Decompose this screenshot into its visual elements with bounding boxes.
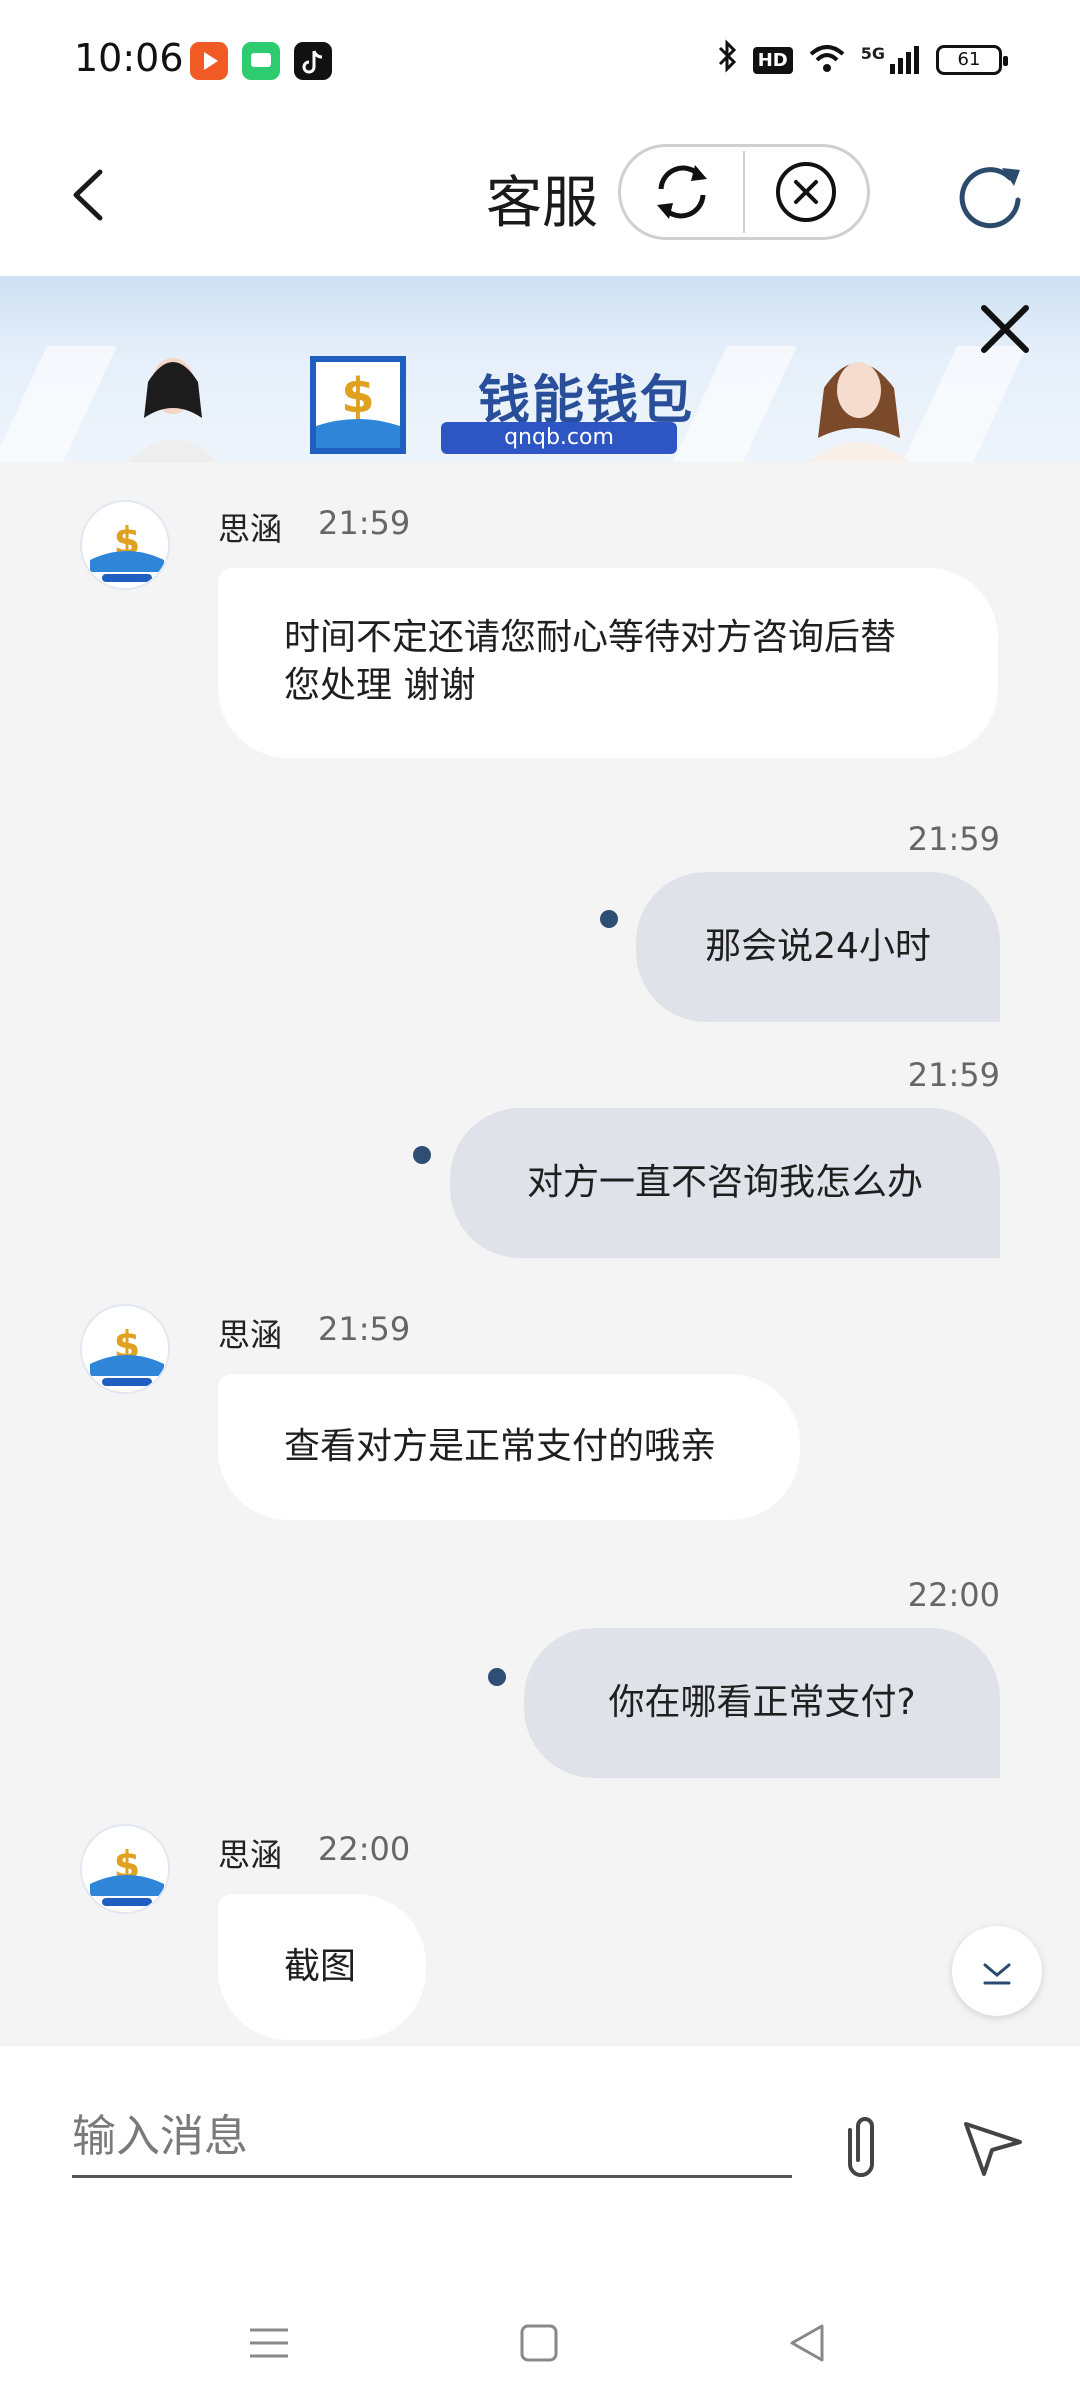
close-circle-icon [776, 162, 836, 222]
messages-app-icon [242, 42, 280, 80]
delivery-status-dot [488, 1668, 506, 1686]
message-text: 截图 [284, 1946, 357, 1987]
triangle-back-icon [790, 2324, 824, 2362]
square-icon [520, 2324, 558, 2362]
outgoing-message-bubble[interactable]: 那会说24小时 [636, 872, 1000, 1022]
home-button[interactable] [514, 2318, 564, 2368]
page-title: 客服 [486, 171, 598, 236]
delivery-status-dot [600, 910, 618, 928]
message-text: 那会说24小时 [705, 926, 931, 967]
recents-button[interactable] [244, 2318, 294, 2368]
message-time: 22:00 [318, 1830, 411, 1868]
banner-logo: $ [310, 356, 406, 454]
message-time: 21:59 [907, 820, 1000, 858]
video-app-icon [190, 42, 228, 80]
system-back-button[interactable] [782, 2318, 832, 2368]
reload-icon [959, 167, 1021, 229]
incoming-message-bubble[interactable]: 时间不定还请您耐心等待对方咨询后替 您处理 谢谢 [218, 568, 998, 758]
promo-banner[interactable]: $ 钱能钱包 qnqb.com [0, 276, 1080, 462]
send-icon [964, 2122, 1022, 2176]
agent-avatar: $ [80, 500, 170, 590]
status-indicators: HD 5G 61 [715, 38, 1008, 82]
sender-name: 思涵 [218, 1316, 283, 1354]
banner-url: qnqb.com [441, 422, 677, 454]
message-time: 22:00 [907, 1576, 1000, 1614]
header-bar: 客服 [0, 120, 1080, 276]
delivery-status-dot [413, 1146, 431, 1164]
message-input[interactable] [72, 2098, 792, 2178]
message-text: 查看对方是正常支付的哦亲 [284, 1426, 717, 1467]
back-button[interactable] [56, 160, 126, 230]
paperclip-icon [848, 2117, 874, 2177]
status-time: 10:06 [74, 36, 184, 80]
reload-button[interactable] [950, 156, 1030, 236]
banner-stripe [0, 346, 118, 462]
scroll-to-bottom-button[interactable] [952, 1926, 1042, 2016]
refresh-icon [657, 165, 707, 219]
banner-stripe [902, 346, 1028, 462]
outgoing-message-bubble[interactable]: 你在哪看正常支付? [524, 1628, 1000, 1778]
message-text: 对方一直不咨询我怎么办 [526, 1162, 923, 1203]
tiktok-app-icon [294, 42, 332, 80]
cellular-signal-icon: 5G [861, 44, 922, 76]
message-text-line: 时间不定还请您耐心等待对方咨询后替 [284, 617, 897, 658]
wifi-icon [807, 42, 847, 78]
chevron-down-icon [983, 1963, 1011, 1985]
sender-name: 思涵 [218, 510, 283, 548]
bluetooth-icon [715, 38, 739, 82]
incoming-message-bubble[interactable]: 截图 [218, 1894, 426, 2040]
menu-icon [250, 2328, 288, 2358]
status-bar: 10:06 HD 5G 61 [0, 0, 1080, 120]
outgoing-message-bubble[interactable]: 对方一直不咨询我怎么办 [450, 1108, 1000, 1258]
miniapp-capsule [618, 144, 870, 240]
chat-message-list[interactable]: $ 思涵 21:59 时间不定还请您耐心等待对方咨询后替 您处理 谢谢 21:5… [0, 462, 1080, 2046]
message-time: 21:59 [907, 1056, 1000, 1094]
svg-text:$: $ [341, 368, 374, 424]
attach-button[interactable] [830, 2110, 892, 2184]
banner-model-left [118, 348, 228, 462]
sender-name: 思涵 [218, 1836, 283, 1874]
close-icon [981, 305, 1029, 353]
refresh-capsule-button[interactable] [621, 147, 743, 237]
agent-avatar: $ [80, 1824, 170, 1914]
network-type: 5G [860, 44, 885, 63]
message-time: 21:59 [318, 1310, 411, 1348]
message-time: 21:59 [318, 504, 411, 542]
banner-close-button[interactable] [976, 300, 1034, 358]
close-capsule-button[interactable] [745, 147, 867, 237]
send-button[interactable] [958, 2112, 1028, 2182]
message-text: 你在哪看正常支付? [608, 1682, 916, 1723]
system-navigation-bar [0, 2280, 1080, 2400]
agent-avatar: $ [80, 1304, 170, 1394]
chevron-left-icon [73, 169, 103, 221]
banner-model-right [802, 348, 912, 462]
battery-indicator: 61 [936, 45, 1008, 75]
incoming-message-bubble[interactable]: 查看对方是正常支付的哦亲 [218, 1374, 800, 1520]
hd-badge: HD [752, 46, 793, 74]
message-text-line: 您处理 谢谢 [284, 665, 476, 706]
